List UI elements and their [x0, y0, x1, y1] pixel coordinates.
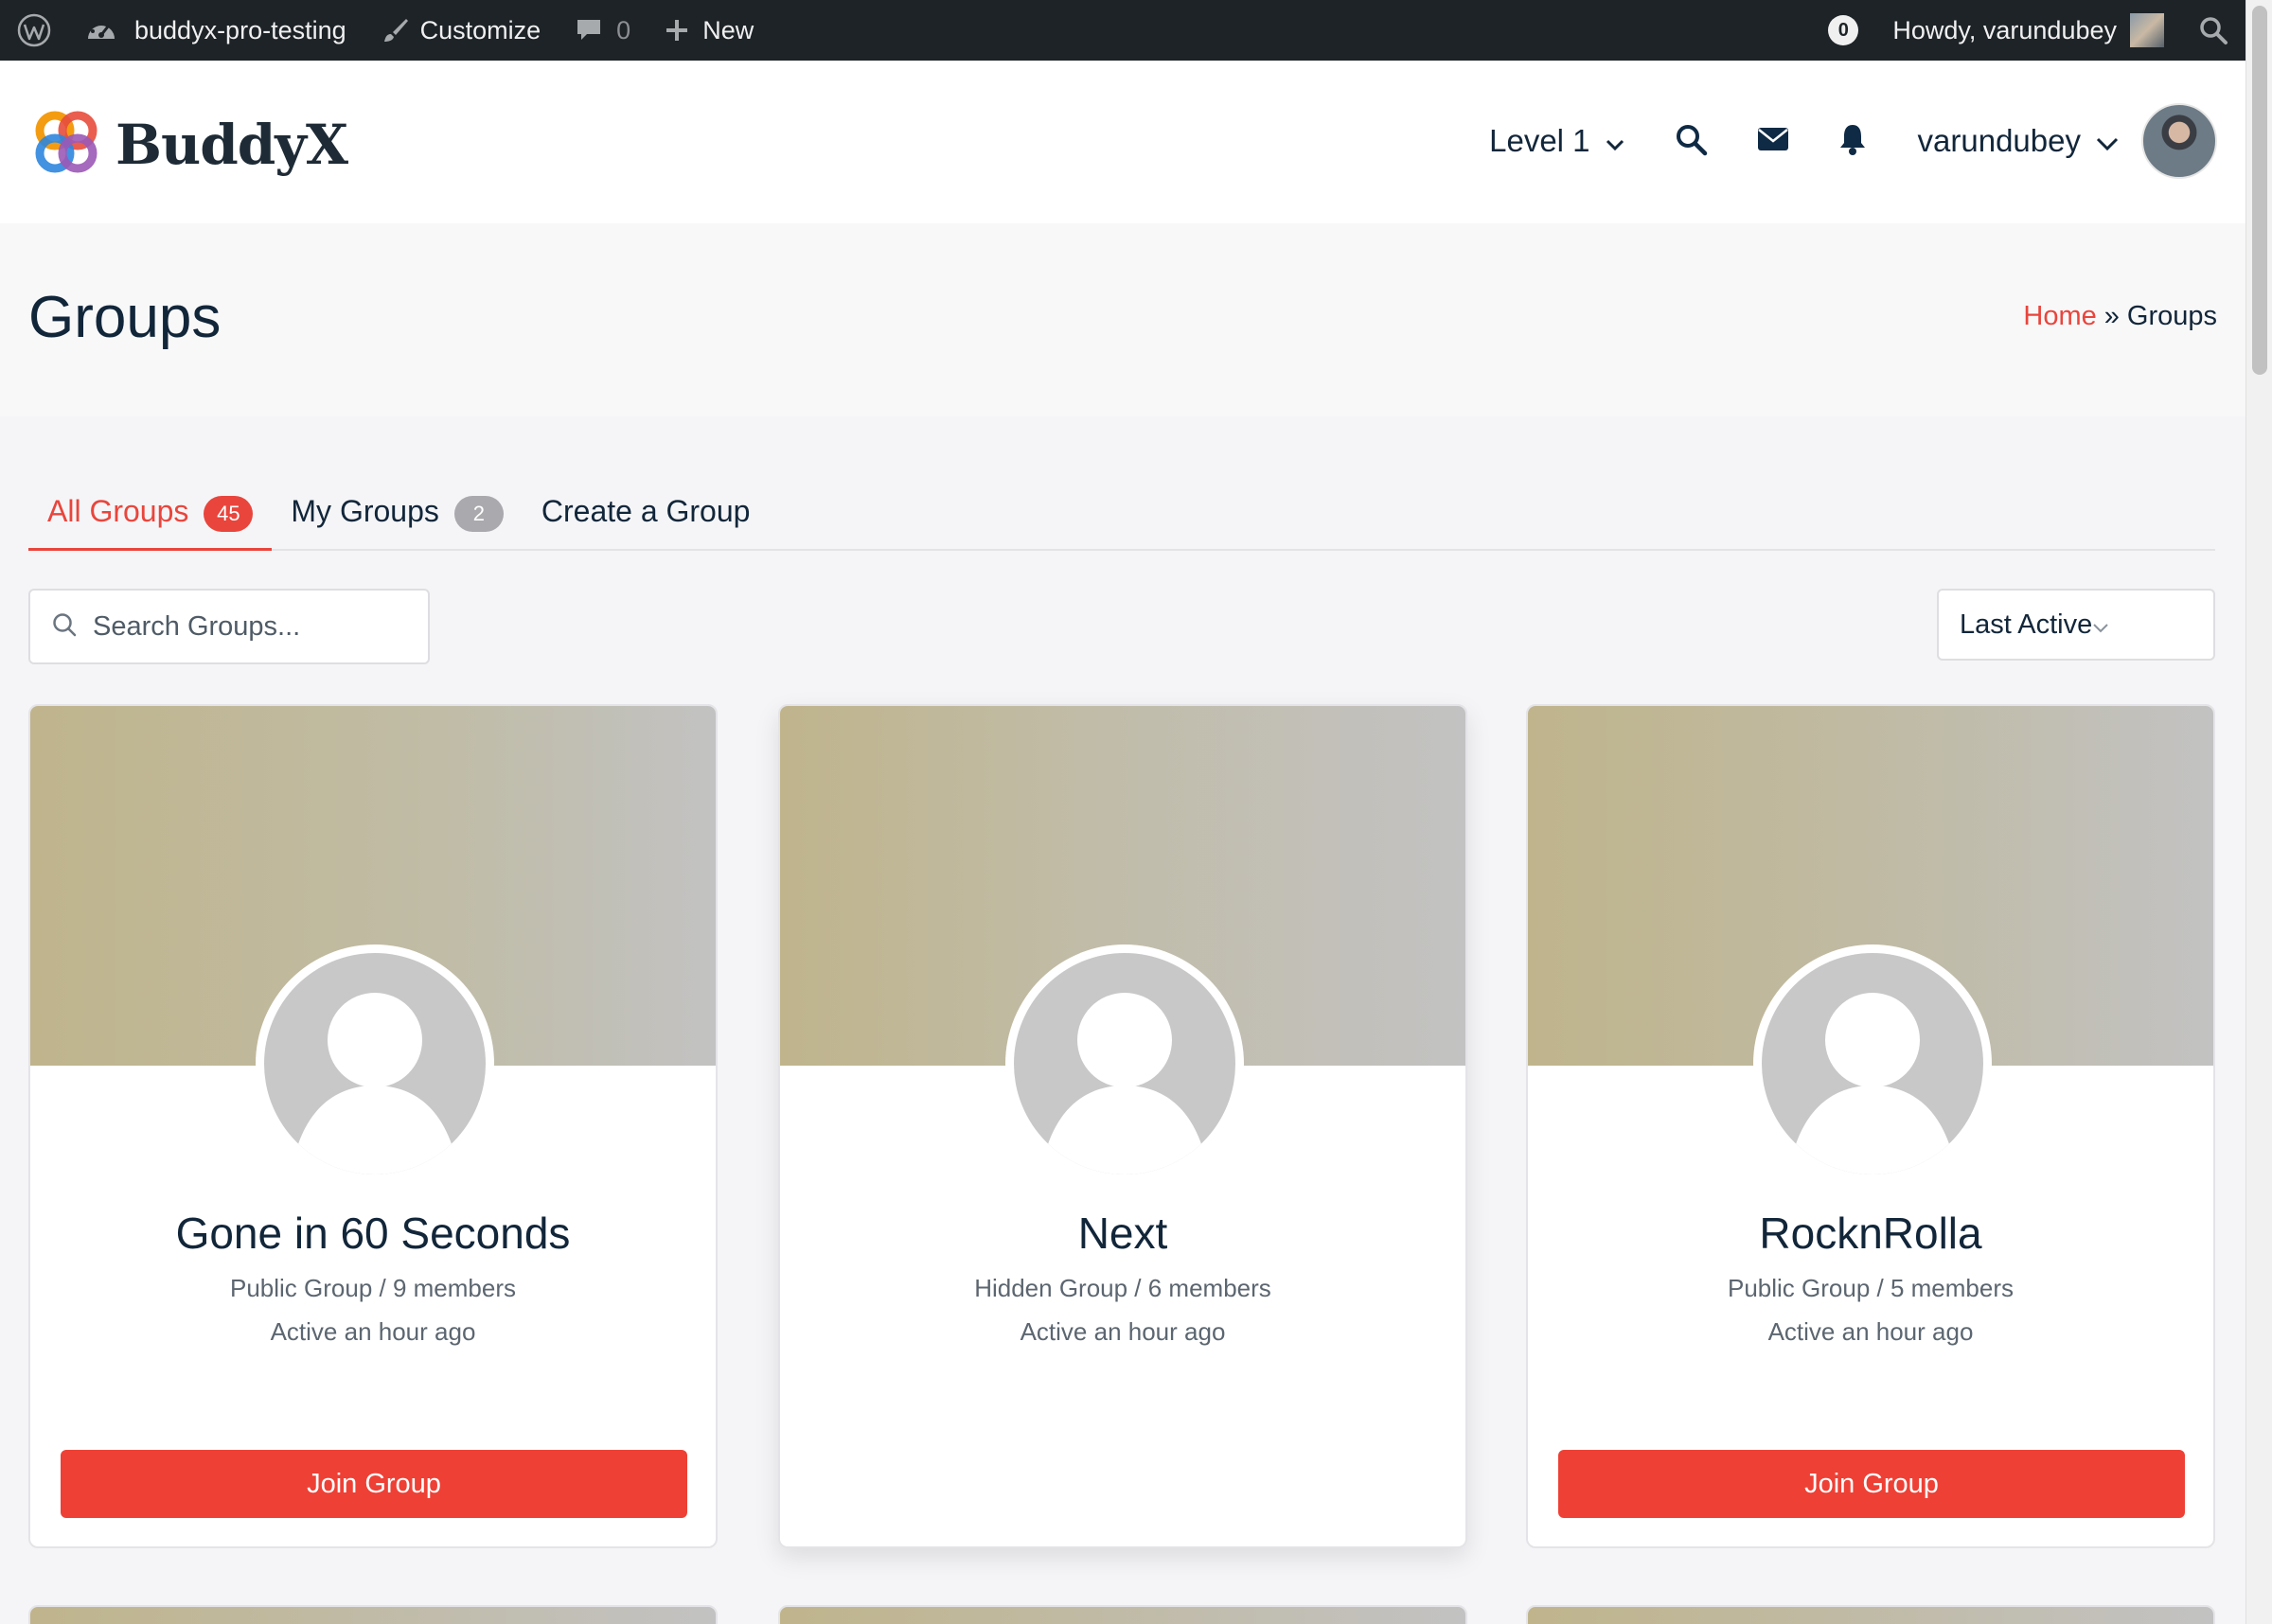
- customize-label: Customize: [419, 15, 541, 44]
- search-input[interactable]: [93, 610, 405, 643]
- sort-selected-value: Last Active: [1960, 609, 2093, 640]
- site-name-link[interactable]: buddyx-pro-testing: [68, 0, 364, 61]
- admin-bar: buddyx-pro-testing Customize 0 New 0 How…: [0, 0, 2245, 61]
- group-type-members: Hidden Group / 6 members: [974, 1274, 1271, 1302]
- group-tabs: All Groups 45 My Groups 2 Create a Group: [28, 483, 2215, 551]
- tab-all-groups[interactable]: All Groups 45: [28, 483, 273, 551]
- group-last-active: Active an hour ago: [1767, 1317, 1974, 1346]
- group-avatar[interactable]: [256, 944, 494, 1183]
- logo-mark-icon: [30, 106, 102, 183]
- comment-icon: [575, 16, 603, 44]
- my-account-link[interactable]: Howdy, varundubey: [1875, 0, 2181, 61]
- scrollbar-thumb[interactable]: [2252, 6, 2267, 375]
- site-name-label: buddyx-pro-testing: [134, 15, 346, 44]
- tab-label: Create a Group: [541, 494, 751, 528]
- group-card: Gone in 60 Seconds Public Group / 9 memb…: [28, 704, 718, 1548]
- tab-count-badge: 2: [453, 496, 504, 532]
- tab-create-group[interactable]: Create a Group: [523, 483, 770, 551]
- chevron-down-icon: [2081, 123, 2119, 159]
- search-icon: [2198, 15, 2228, 45]
- comments-link[interactable]: 0: [558, 0, 648, 61]
- breadcrumb-separator: »: [2103, 301, 2120, 331]
- search-icon: [30, 611, 78, 643]
- username-label: varundubey: [1917, 123, 2081, 158]
- join-group-button[interactable]: Join Group: [1558, 1450, 2185, 1518]
- envelope-icon: [1757, 126, 1789, 157]
- howdy-label: Howdy, varundubey: [1892, 15, 2117, 44]
- group-card: Next Hidden Group / 6 members Active an …: [778, 704, 1467, 1548]
- breadcrumb: Home» Groups: [2023, 301, 2217, 332]
- user-avatar[interactable]: [2141, 103, 2217, 179]
- header-messages-button[interactable]: [1757, 126, 1789, 157]
- user-menu[interactable]: varundubey: [1918, 123, 2119, 159]
- tab-label: All Groups: [47, 494, 189, 528]
- group-type-members: Public Group / 9 members: [229, 1274, 516, 1302]
- site-header: BuddyX Level 1 varundubey: [0, 61, 2245, 223]
- dashboard-icon: [85, 16, 117, 44]
- wordpress-icon: [17, 13, 51, 47]
- group-card: RocknRolla Public Group / 5 members Acti…: [1526, 704, 2215, 1548]
- breadcrumb-current: Groups: [2126, 301, 2217, 331]
- chevron-down-icon: [1590, 123, 1624, 159]
- join-group-button[interactable]: Join Group: [61, 1450, 687, 1518]
- customize-link[interactable]: Customize: [364, 0, 559, 61]
- logo-text: BuddyX: [115, 112, 348, 177]
- site-logo[interactable]: BuddyX: [30, 106, 348, 183]
- group-card-partial[interactable]: [28, 1605, 718, 1624]
- page-header: Groups Home» Groups: [0, 223, 2245, 416]
- notifications-link[interactable]: 0: [1811, 0, 1875, 61]
- level-menu[interactable]: Level 1: [1489, 123, 1624, 159]
- header-search-button[interactable]: [1674, 122, 1708, 161]
- admin-search-button[interactable]: [2181, 0, 2245, 61]
- group-avatar[interactable]: [1753, 944, 1992, 1183]
- search-icon: [1674, 122, 1708, 161]
- group-card-partial[interactable]: [1526, 1605, 2215, 1624]
- group-name-link[interactable]: Gone in 60 Seconds: [30, 1208, 716, 1259]
- tab-label: My Groups: [291, 494, 439, 528]
- bell-icon: [1838, 122, 1867, 161]
- tab-my-groups[interactable]: My Groups 2: [272, 483, 522, 551]
- group-search: [28, 589, 430, 664]
- notifications-count: 0: [1828, 15, 1859, 45]
- brush-icon: [381, 16, 409, 44]
- group-card-partial[interactable]: [778, 1605, 1467, 1624]
- chevron-down-icon: [2092, 609, 2109, 641]
- group-name-link[interactable]: Next: [780, 1208, 1465, 1259]
- page-title: Groups: [28, 285, 222, 350]
- group-name-link[interactable]: RocknRolla: [1528, 1208, 2213, 1259]
- group-avatar[interactable]: [1005, 944, 1244, 1183]
- page-scrollbar[interactable]: [2245, 0, 2272, 1624]
- group-type-members: Public Group / 5 members: [1727, 1274, 2014, 1302]
- plus-icon: [665, 18, 689, 43]
- tab-count-badge: 45: [204, 496, 254, 532]
- sort-select[interactable]: Last Active: [1937, 589, 2215, 661]
- new-content-link[interactable]: New: [648, 0, 771, 61]
- group-last-active: Active an hour ago: [1020, 1317, 1226, 1346]
- group-last-active: Active an hour ago: [270, 1317, 476, 1346]
- wordpress-menu[interactable]: [0, 0, 68, 61]
- header-notifications-button[interactable]: [1838, 122, 1867, 161]
- breadcrumb-home-link[interactable]: Home: [2023, 301, 2096, 331]
- new-label: New: [702, 15, 754, 44]
- level-menu-label: Level 1: [1489, 123, 1590, 158]
- admin-bar-avatar: [2130, 13, 2164, 47]
- comments-count: 0: [616, 15, 631, 44]
